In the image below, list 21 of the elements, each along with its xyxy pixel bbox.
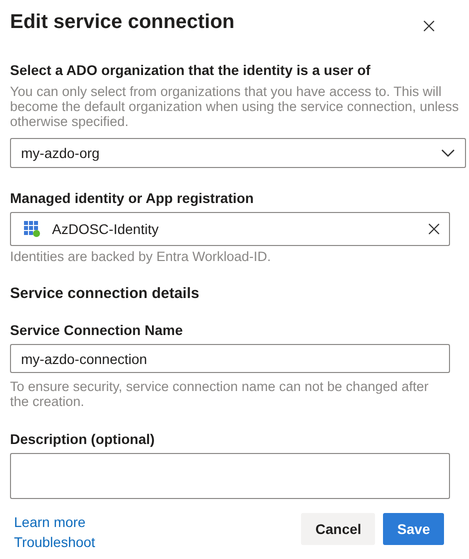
save-button[interactable]: Save (383, 513, 444, 545)
grid-icon (24, 221, 40, 237)
connection-name-field[interactable]: my-azdo-connection (10, 344, 450, 373)
help-text: You can only select from organizations that you have access to. This will become the default organization when using the service connection, unless otherwise specified. (10, 84, 460, 129)
field-label: Service Connection Name (10, 321, 184, 340)
help-text: To ensure security, service connection name can not be changed after the creation. (10, 379, 430, 409)
field-label: Managed identity or App registration (10, 189, 255, 208)
description-field[interactable] (10, 453, 450, 499)
identity-picker[interactable]: AzDOSC-Identity (10, 212, 450, 246)
cancel-button[interactable]: Cancel (301, 513, 376, 545)
help-text: Identities are backed by Entra Workload-ID. (10, 249, 272, 264)
organization-dropdown[interactable]: my-azdo-org (10, 138, 466, 168)
dialog-title: Edit service connection (10, 10, 235, 35)
field-label: Description (optional) (10, 430, 156, 449)
close-button[interactable] (421, 18, 437, 34)
help-link[interactable]: Troubleshoot (14, 533, 96, 551)
chevron-down-icon (441, 149, 455, 157)
clear-icon[interactable] (427, 222, 441, 236)
section-heading: Service connection details (10, 284, 200, 304)
field-label: Select a ADO organization that the identity is a user of (10, 61, 372, 80)
help-link[interactable]: Learn more (14, 513, 96, 531)
